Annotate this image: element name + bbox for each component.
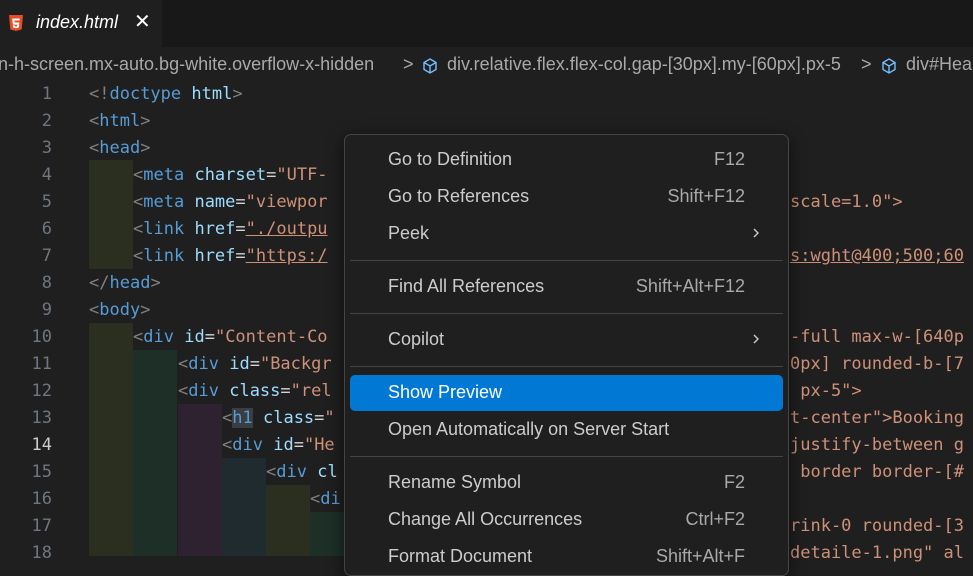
menu-item-label: Copilot [388,329,445,349]
menu-item-shortcut: Ctrl+F2 [685,509,745,529]
line-number: 11 [31,354,52,374]
indent-guide [178,404,222,556]
line-number: 8 [41,273,52,293]
code-fragment: scale=1.0"> [790,192,903,212]
indent-guide [222,458,266,556]
line-number: 10 [31,327,52,347]
line-number-active: 14 [31,435,52,455]
code-fragment: s:wght@400;500;60 [790,246,964,266]
line-number: 3 [41,138,52,158]
menu-item-label: Show Preview [388,382,503,402]
tab-title: index.html [36,12,119,32]
chevron-right-icon: > [403,54,414,74]
menu-item-copilot[interactable]: Copilot [350,322,783,358]
chevron-right-icon: > [861,54,872,74]
close-icon[interactable]: ✕ [134,12,151,32]
code-line: <div id="He [222,435,335,455]
code-fragment: rink-0 rounded-[3 [790,516,964,536]
menu-item-go-to-definition[interactable]: Go to Definition F12 [350,142,783,178]
menu-item-open-automatically-on-server-start[interactable]: Open Automatically on Server Start [350,412,783,448]
code-line: <link href="./outpu [133,219,328,239]
code-fragment: px-5"> [790,381,862,401]
symbol-element-icon [423,58,437,74]
menu-item-rename-symbol[interactable]: Rename Symbol F2 [350,465,783,501]
breadcrumb-item-body[interactable]: n-h-screen.mx-auto.bg-white.overflow-x-h… [0,54,374,75]
breadcrumb-item-div-relative[interactable]: div.relative.flex.flex-col.gap-[30px].my… [447,54,841,75]
context-menu: Go to Definition F12 Go to References Sh… [344,134,789,576]
breadcrumb: n-h-screen.mx-auto.bg-white.overflow-x-h… [0,47,973,81]
code-line: <link href="https:/ [133,246,328,266]
menu-item-label: Find All References [388,276,545,296]
menu-item-shortcut: F12 [713,149,745,169]
code-fragment: 0px] rounded-b-[7 [790,354,964,374]
menu-item-shortcut: Shift+F12 [667,186,745,206]
menu-item-label: Go to Definition [388,149,513,169]
indent-guide [89,160,133,269]
menu-item-format-document[interactable]: Format Document Shift+Alt+F [350,539,783,575]
menu-item-find-all-references[interactable]: Find All References Shift+Alt+F12 [350,269,783,305]
menu-item-label: Format Document [388,546,533,566]
html5-file-icon [9,15,23,31]
line-number: 12 [31,381,52,401]
indent-guide [89,323,133,556]
line-number: 17 [31,516,52,536]
menu-item-change-all-occurrences[interactable]: Change All Occurrences Ctrl+F2 [350,502,783,538]
code-line: <!doctype html> [89,84,243,104]
menu-item-shortcut: F2 [723,472,745,492]
code-line: <head> [89,138,151,158]
menu-separator [350,456,783,457]
code-line: <div class="rel [178,381,332,401]
symbol-element-icon [882,58,896,74]
line-number: 2 [41,111,52,131]
code-line: <meta charset="UTF- [133,165,328,185]
menu-separator [350,313,783,314]
line-number: 16 [31,489,52,509]
menu-separator [350,366,783,367]
tab-index-html[interactable]: index.html ✕ [0,0,162,47]
menu-separator [350,260,783,261]
line-number: 1 [41,84,52,104]
tab-bar: index.html ✕ [0,0,973,47]
menu-item-label: Open Automatically on Server Start [388,419,670,439]
breadcrumb-item-div-header[interactable]: div#Hea [906,54,972,75]
menu-item-go-to-references[interactable]: Go to References Shift+F12 [350,179,783,215]
menu-item-shortcut: Shift+Alt+F [655,546,745,566]
line-number: 15 [31,462,52,482]
line-number: 13 [31,408,52,428]
code-line: <div id="Backgr [178,354,332,374]
code-fragment: justify-between g [790,435,964,455]
menu-item-peek[interactable]: Peek [350,216,783,252]
menu-item-label: Go to References [388,186,530,206]
menu-item-label: Rename Symbol [388,472,522,492]
code-line: </head> [89,273,161,293]
menu-item-shortcut: Shift+Alt+F12 [635,276,745,296]
code-line: <meta name="viewpor [133,192,328,212]
chevron-right-icon [753,228,759,238]
code-line: <body> [89,300,151,320]
line-number: 6 [41,219,52,239]
menu-item-show-preview[interactable]: Show Preview [350,375,783,411]
menu-item-label: Change All Occurrences [388,509,583,529]
line-number: 4 [41,165,52,185]
code-line: <di [310,489,341,509]
chevron-right-icon [753,334,759,344]
code-fragment: -full max-w-[640p [790,327,964,347]
line-number: 18 [31,543,52,563]
indent-guide [133,350,177,556]
line-number: 5 [41,192,52,212]
line-number: 7 [41,246,52,266]
code-fragment: detaile-1.png" al [790,543,964,563]
indent-guide [266,485,310,556]
code-fragment: t-center">Booking [790,408,964,428]
code-fragment: border border-[# [790,462,964,482]
code-line: <h1 class=" [222,408,335,428]
code-line: <div cl [266,462,338,482]
line-number: 9 [41,300,52,320]
code-line: <div id="Content-Co [133,327,328,347]
code-line: <html> [89,111,151,131]
menu-item-label: Peek [388,223,430,243]
